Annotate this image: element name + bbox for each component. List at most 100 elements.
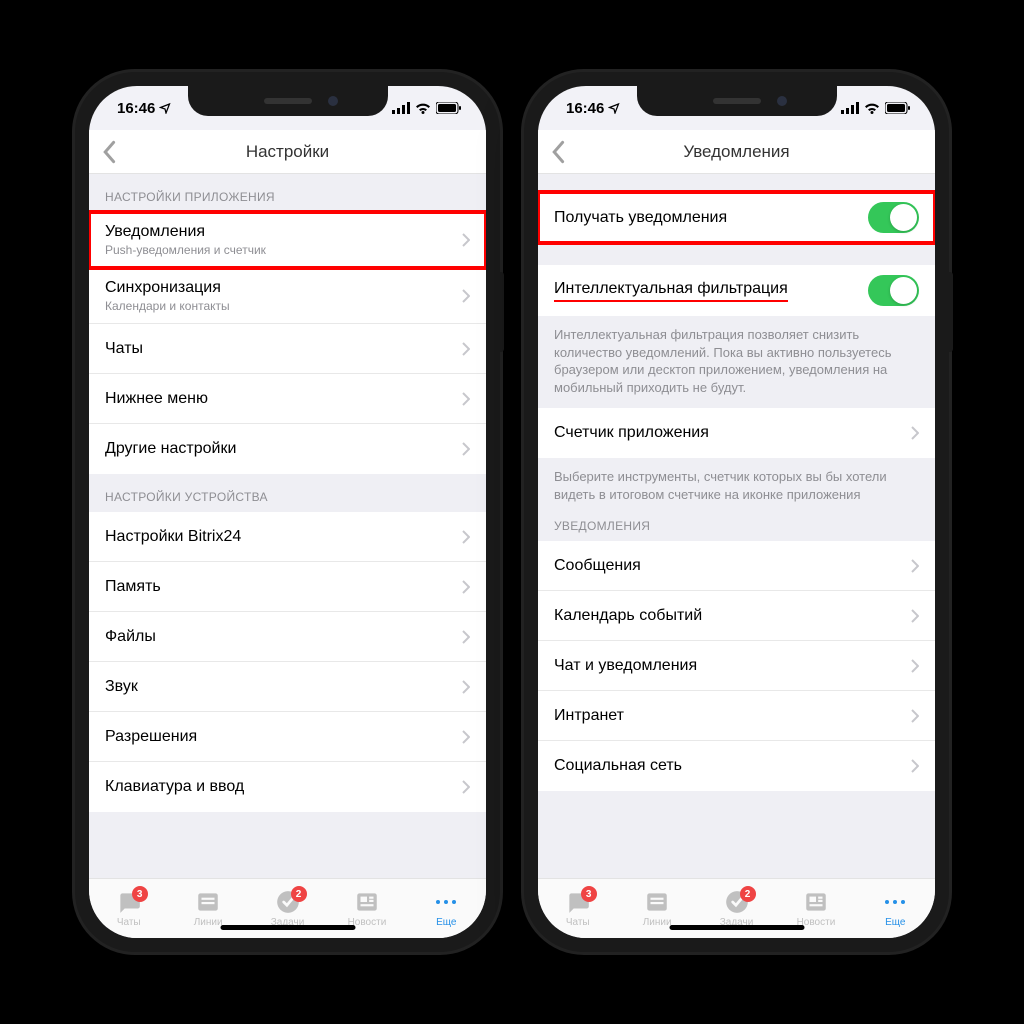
tab-more[interactable]: Еще bbox=[407, 879, 486, 938]
home-indicator[interactable] bbox=[669, 925, 804, 930]
screen: 16:46 Настройки НАСТРОЙКИ ПРИЛОЖЕНИЯ Уве… bbox=[89, 86, 486, 938]
chevron-right-icon bbox=[462, 342, 470, 356]
row-title: Звук bbox=[105, 677, 462, 697]
row-title: Социальная сеть bbox=[554, 756, 911, 776]
row-title: Чаты bbox=[105, 339, 462, 359]
row-title: Другие настройки bbox=[105, 439, 462, 459]
chevron-right-icon bbox=[462, 780, 470, 794]
cellular-icon bbox=[841, 102, 859, 114]
wifi-icon bbox=[864, 102, 880, 114]
chevron-right-icon bbox=[911, 559, 919, 573]
chevron-right-icon bbox=[911, 659, 919, 673]
row-smart-filter[interactable]: Интеллектуальная фильтрация bbox=[538, 265, 935, 316]
row-social[interactable]: Социальная сеть bbox=[538, 741, 935, 791]
screen: 16:46 Уведомления Получать уведомления bbox=[538, 86, 935, 938]
row-calendar[interactable]: Календарь событий bbox=[538, 591, 935, 641]
notch bbox=[637, 86, 837, 116]
section-header-device: НАСТРОЙКИ УСТРОЙСТВА bbox=[89, 474, 486, 512]
row-bitrix24[interactable]: Настройки Bitrix24 bbox=[89, 512, 486, 562]
news-icon bbox=[803, 889, 829, 915]
badge: 2 bbox=[291, 886, 307, 902]
list-device-settings: Настройки Bitrix24 Память Файлы Звук Раз… bbox=[89, 512, 486, 812]
location-icon bbox=[159, 102, 171, 114]
row-receive-notifications[interactable]: Получать уведомления bbox=[538, 192, 935, 243]
chevron-right-icon bbox=[462, 680, 470, 694]
badge: 2 bbox=[740, 886, 756, 902]
cellular-icon bbox=[392, 102, 410, 114]
page-title: Уведомления bbox=[683, 142, 789, 162]
chevron-right-icon bbox=[911, 759, 919, 773]
row-title: Календарь событий bbox=[554, 606, 911, 626]
chevron-right-icon bbox=[462, 289, 470, 303]
row-title: Счетчик приложения bbox=[554, 423, 911, 443]
navbar: Настройки bbox=[89, 130, 486, 174]
list-app-settings: УведомленияPush-уведомления и счетчик Си… bbox=[89, 212, 486, 474]
row-permissions[interactable]: Разрешения bbox=[89, 712, 486, 762]
row-chat-notif[interactable]: Чат и уведомления bbox=[538, 641, 935, 691]
back-button[interactable] bbox=[101, 140, 119, 164]
row-title: Файлы bbox=[105, 627, 462, 647]
filter-note: Интеллектуальная фильтрация позволяет сн… bbox=[538, 316, 935, 408]
chevron-right-icon bbox=[462, 730, 470, 744]
row-keyboard[interactable]: Клавиатура и ввод bbox=[89, 762, 486, 812]
row-title: Уведомления bbox=[105, 222, 462, 242]
location-icon bbox=[608, 102, 620, 114]
back-button[interactable] bbox=[550, 140, 568, 164]
tab-label: Еще bbox=[436, 917, 456, 928]
tab-label: Линии bbox=[643, 917, 672, 928]
row-files[interactable]: Файлы bbox=[89, 612, 486, 662]
row-intranet[interactable]: Интранет bbox=[538, 691, 935, 741]
toggle-filter[interactable] bbox=[868, 275, 919, 306]
chevron-right-icon bbox=[462, 392, 470, 406]
tab-label: Линии bbox=[194, 917, 223, 928]
content[interactable]: НАСТРОЙКИ ПРИЛОЖЕНИЯ УведомленияPush-уве… bbox=[89, 174, 486, 878]
chevron-right-icon bbox=[462, 530, 470, 544]
battery-icon bbox=[885, 102, 911, 114]
row-sound[interactable]: Звук bbox=[89, 662, 486, 712]
section-header-notif: УВЕДОМЛЕНИЯ bbox=[538, 515, 935, 541]
row-messages[interactable]: Сообщения bbox=[538, 541, 935, 591]
chevron-right-icon bbox=[462, 630, 470, 644]
row-bottom-menu[interactable]: Нижнее меню bbox=[89, 374, 486, 424]
notch bbox=[188, 86, 388, 116]
list-counter: Счетчик приложения bbox=[538, 408, 935, 458]
badge: 3 bbox=[132, 886, 148, 902]
row-title: Клавиатура и ввод bbox=[105, 777, 462, 797]
home-indicator[interactable] bbox=[220, 925, 355, 930]
tab-chats[interactable]: 3 Чаты bbox=[89, 879, 168, 938]
row-chats[interactable]: Чаты bbox=[89, 324, 486, 374]
phone-left: 16:46 Настройки НАСТРОЙКИ ПРИЛОЖЕНИЯ Уве… bbox=[75, 72, 500, 952]
content[interactable]: Получать уведомления Интеллектуальная фи… bbox=[538, 174, 935, 878]
news-icon bbox=[354, 889, 380, 915]
list-filter: Интеллектуальная фильтрация bbox=[538, 265, 935, 316]
tab-chats[interactable]: 3 Чаты bbox=[538, 879, 617, 938]
tab-label: Чаты bbox=[117, 917, 141, 928]
section-header-app: НАСТРОЙКИ ПРИЛОЖЕНИЯ bbox=[89, 174, 486, 212]
badge: 3 bbox=[581, 886, 597, 902]
row-app-counter[interactable]: Счетчик приложения bbox=[538, 408, 935, 458]
list-receive: Получать уведомления bbox=[538, 192, 935, 243]
more-icon bbox=[436, 900, 456, 904]
row-title: Сообщения bbox=[554, 556, 911, 576]
row-sync[interactable]: СинхронизацияКалендари и контакты bbox=[89, 268, 486, 324]
tab-label: Чаты bbox=[566, 917, 590, 928]
navbar: Уведомления bbox=[538, 130, 935, 174]
row-title: Настройки Bitrix24 bbox=[105, 527, 462, 547]
row-memory[interactable]: Память bbox=[89, 562, 486, 612]
row-title: Интеллектуальная фильтрация bbox=[554, 279, 868, 302]
chevron-right-icon bbox=[462, 442, 470, 456]
list-notif-types: Сообщения Календарь событий Чат и уведом… bbox=[538, 541, 935, 791]
row-title: Получать уведомления bbox=[554, 208, 868, 228]
row-title: Разрешения bbox=[105, 727, 462, 747]
toggle-receive[interactable] bbox=[868, 202, 919, 233]
status-time: 16:46 bbox=[117, 100, 155, 117]
chevron-right-icon bbox=[911, 609, 919, 623]
row-notifications[interactable]: УведомленияPush-уведомления и счетчик bbox=[89, 212, 486, 268]
chevron-right-icon bbox=[462, 580, 470, 594]
row-other[interactable]: Другие настройки bbox=[89, 424, 486, 474]
tab-label: Еще bbox=[885, 917, 905, 928]
row-title: Память bbox=[105, 577, 462, 597]
tab-more[interactable]: Еще bbox=[856, 879, 935, 938]
row-subtitle: Push-уведомления и счетчик bbox=[105, 243, 462, 257]
lines-icon bbox=[195, 889, 221, 915]
